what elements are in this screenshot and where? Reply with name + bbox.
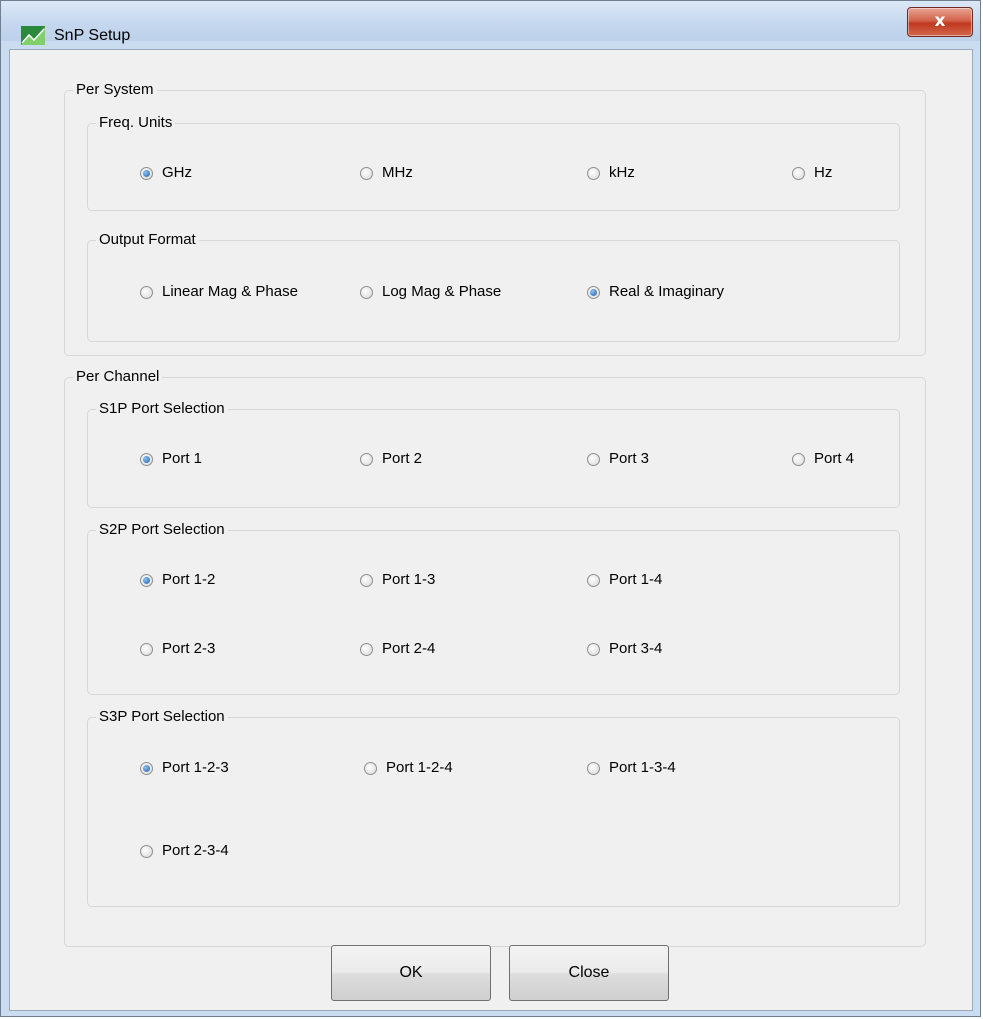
radio-button[interactable] — [360, 452, 373, 466]
radio-format-real-imaginary[interactable]: Real & Imaginary — [587, 283, 724, 301]
dialog-window: SnP Setup x Per System Freq. Units GHz M… — [0, 0, 981, 1017]
s1p-port-selection-group: S1P Port Selection Port 1 Port 2 Port 3 … — [87, 400, 900, 508]
radio-s2p-port-2-3[interactable]: Port 2-3 — [140, 640, 215, 658]
radio-label: Port 2-3-4 — [162, 842, 229, 859]
radio-s1p-port-3[interactable]: Port 3 — [587, 450, 649, 468]
radio-s3p-port-1-2-3[interactable]: Port 1-2-3 — [140, 759, 229, 777]
radio-s1p-port-1[interactable]: Port 1 — [140, 450, 202, 468]
close-button[interactable]: Close — [509, 945, 669, 1001]
radio-s1p-port-4[interactable]: Port 4 — [792, 450, 854, 468]
radio-button[interactable] — [140, 642, 153, 656]
radio-s1p-port-2[interactable]: Port 2 — [360, 450, 422, 468]
radio-s2p-port-1-4[interactable]: Port 1-4 — [587, 571, 662, 589]
radio-freq-hz[interactable]: Hz — [792, 164, 832, 182]
radio-label: Port 2-4 — [382, 640, 436, 657]
radio-label: Port 1-3-4 — [609, 759, 676, 776]
radio-label: Port 1-2 — [162, 571, 216, 588]
dialog-client-area: Per System Freq. Units GHz MHz kHz Hz Ou… — [9, 49, 973, 1011]
radio-button[interactable] — [140, 166, 153, 180]
radio-button[interactable] — [587, 642, 600, 656]
radio-label: Port 3 — [609, 450, 650, 467]
radio-button[interactable] — [140, 844, 153, 858]
radio-button[interactable] — [140, 573, 153, 587]
radio-button[interactable] — [792, 166, 805, 180]
radio-label: Log Mag & Phase — [382, 283, 502, 300]
app-icon — [21, 26, 45, 45]
radio-button[interactable] — [140, 285, 153, 299]
title-bar[interactable]: SnP Setup x — [1, 1, 980, 45]
radio-button[interactable] — [360, 166, 373, 180]
ok-button[interactable]: OK — [331, 945, 491, 1001]
window-title: SnP Setup — [54, 27, 131, 44]
per-system-group: Per System Freq. Units GHz MHz kHz Hz Ou… — [64, 81, 926, 356]
radio-button[interactable] — [587, 166, 600, 180]
radio-freq-mhz[interactable]: MHz — [360, 164, 413, 182]
radio-freq-khz[interactable]: kHz — [587, 164, 635, 182]
radio-s2p-port-2-4[interactable]: Port 2-4 — [360, 640, 435, 658]
radio-s2p-port-3-4[interactable]: Port 3-4 — [587, 640, 662, 658]
radio-label: Port 1-2-3 — [162, 759, 229, 776]
radio-label: Linear Mag & Phase — [162, 283, 298, 300]
radio-label: Port 1-4 — [609, 571, 663, 588]
radio-label: Port 3-4 — [609, 640, 663, 657]
radio-freq-ghz[interactable]: GHz — [140, 164, 192, 182]
per-channel-group: Per Channel S1P Port Selection Port 1 Po… — [64, 368, 926, 947]
close-window-button[interactable]: x — [907, 7, 973, 37]
radio-label: Hz — [814, 164, 833, 181]
radio-button[interactable] — [792, 452, 805, 466]
radio-label: Port 1 — [162, 450, 203, 467]
radio-button[interactable] — [360, 573, 373, 587]
s3p-port-selection-group: S3P Port Selection Port 1-2-3 Port 1-2-4… — [87, 708, 900, 907]
radio-button[interactable] — [587, 761, 600, 775]
radio-label: Port 1-2-4 — [386, 759, 453, 776]
radio-label: kHz — [609, 164, 635, 181]
radio-s3p-port-2-3-4[interactable]: Port 2-3-4 — [140, 842, 229, 860]
radio-button[interactable] — [587, 285, 600, 299]
radio-s2p-port-1-2[interactable]: Port 1-2 — [140, 571, 215, 589]
radio-button[interactable] — [360, 642, 373, 656]
radio-format-linear-mag-phase[interactable]: Linear Mag & Phase — [140, 283, 298, 301]
radio-label: Real & Imaginary — [609, 283, 725, 300]
radio-button[interactable] — [587, 573, 600, 587]
radio-s3p-port-1-3-4[interactable]: Port 1-3-4 — [587, 759, 676, 777]
s1p-port-selection-label: S1P Port Selection — [96, 400, 228, 418]
radio-label: Port 2-3 — [162, 640, 216, 657]
radio-format-log-mag-phase[interactable]: Log Mag & Phase — [360, 283, 501, 301]
freq-units-group: Freq. Units GHz MHz kHz Hz — [87, 114, 900, 211]
per-system-label: Per System — [73, 81, 157, 99]
radio-label: MHz — [382, 164, 413, 181]
s3p-port-selection-label: S3P Port Selection — [96, 708, 228, 726]
radio-label: GHz — [162, 164, 192, 181]
radio-button[interactable] — [364, 761, 377, 775]
output-format-label: Output Format — [96, 231, 199, 249]
radio-label: Port 1-3 — [382, 571, 436, 588]
radio-button[interactable] — [140, 761, 153, 775]
radio-label: Port 2 — [382, 450, 423, 467]
radio-s3p-port-1-2-4[interactable]: Port 1-2-4 — [364, 759, 453, 777]
per-channel-label: Per Channel — [73, 368, 163, 386]
radio-button[interactable] — [140, 452, 153, 466]
s2p-port-selection-group: S2P Port Selection Port 1-2 Port 1-3 Por… — [87, 521, 900, 695]
close-icon: x — [934, 11, 946, 31]
radio-button[interactable] — [360, 285, 373, 299]
radio-s2p-port-1-3[interactable]: Port 1-3 — [360, 571, 435, 589]
s2p-port-selection-label: S2P Port Selection — [96, 521, 228, 539]
freq-units-label: Freq. Units — [96, 114, 176, 132]
radio-button[interactable] — [587, 452, 600, 466]
radio-label: Port 4 — [814, 450, 855, 467]
output-format-group: Output Format Linear Mag & Phase Log Mag… — [87, 231, 900, 342]
